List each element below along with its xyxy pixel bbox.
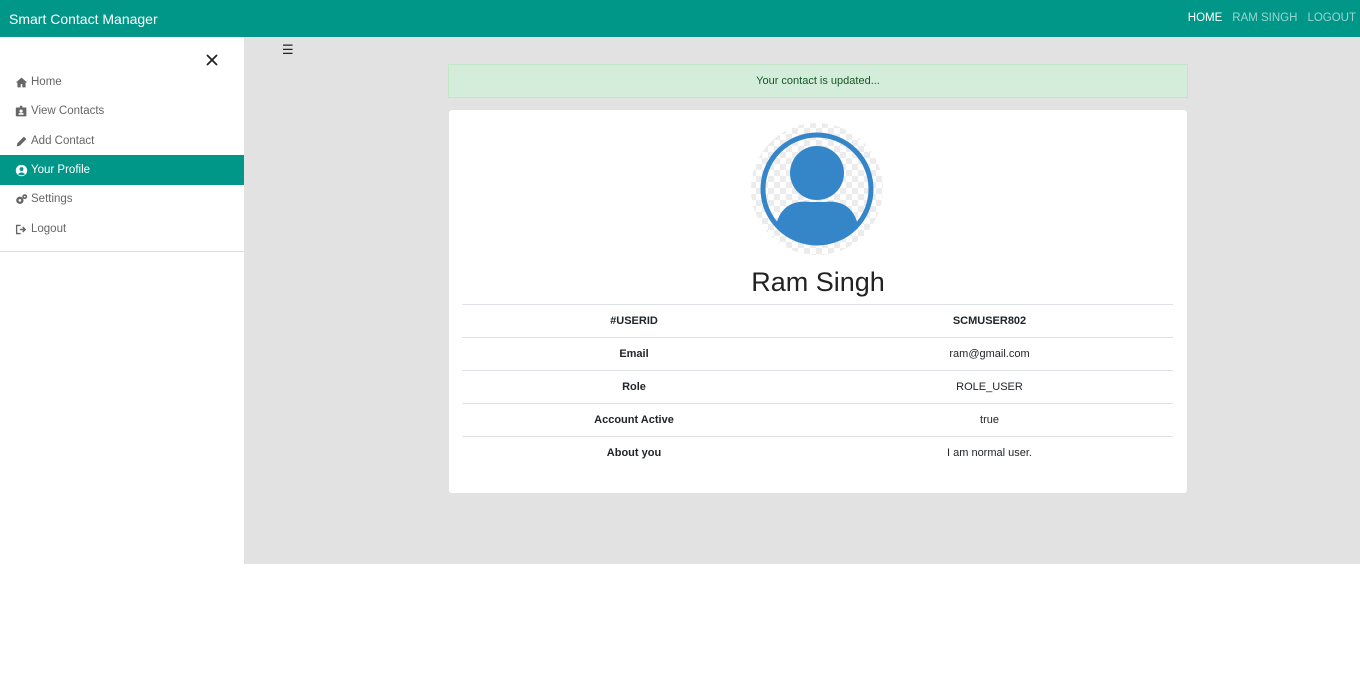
menu-icon[interactable]: ☰ [282, 42, 294, 58]
sign-out-icon [15, 224, 27, 234]
sidebar-item-settings[interactable]: Settings [0, 184, 244, 214]
row-value: ROLE_USER [806, 370, 1173, 404]
sidebar-item-label: Your Profile [31, 164, 91, 176]
table-row: Role ROLE_USER [462, 370, 1173, 404]
table-row: #USERID SCMUSER802 [462, 304, 1173, 338]
nav-home-link[interactable]: HOME [1188, 12, 1223, 24]
row-value: ram@gmail.com [806, 337, 1173, 371]
alert-message: Your contact is updated... [756, 75, 880, 87]
sidebar-item-label: View Contacts [31, 105, 105, 117]
sidebar-item-label: Logout [31, 223, 67, 235]
row-key: Role [462, 370, 806, 404]
sidebar-item-add-contact[interactable]: Add Contact [0, 126, 244, 156]
sidebar-item-view-contacts[interactable]: View Contacts [0, 96, 244, 126]
pencil-icon [16, 136, 27, 146]
app-brand[interactable]: Smart Contact Manager [9, 11, 158, 27]
row-key: About you [462, 436, 806, 469]
profile-card: Ram Singh #USERID SCMUSER802 Email ram@g… [449, 110, 1187, 493]
gears-icon [16, 193, 28, 204]
row-key: #USERID [462, 304, 806, 338]
row-value: true [806, 403, 1173, 437]
sidebar-item-label: Settings [31, 193, 73, 205]
row-value: I am normal user. [806, 436, 1173, 469]
table-row: Email ram@gmail.com [462, 337, 1173, 371]
success-alert: Your contact is updated... [448, 64, 1188, 98]
sidebar: Home View Contacts Add Contact Your Prof… [0, 37, 244, 252]
id-card-icon [15, 105, 27, 116]
sidebar-item-home[interactable]: Home [0, 67, 244, 97]
sidebar-item-label: Add Contact [31, 135, 95, 147]
table-row: Account Active true [462, 403, 1173, 437]
sidebar-item-your-profile[interactable]: Your Profile [0, 155, 244, 185]
home-icon [15, 77, 28, 87]
row-key: Email [462, 337, 806, 371]
profile-table: #USERID SCMUSER802 Email ram@gmail.com R… [462, 304, 1173, 469]
avatar [751, 123, 883, 255]
table-row: About you I am normal user. [462, 436, 1173, 469]
top-navbar: Smart Contact Manager HOME RAM SINGH LOG… [0, 0, 1360, 37]
nav-links: HOME RAM SINGH LOGOUT [1188, 12, 1356, 24]
main-content: ☰ Your contact is updated... Ram Singh #… [244, 37, 1360, 564]
row-key: Account Active [462, 403, 806, 437]
nav-user-link[interactable]: RAM SINGH [1232, 12, 1297, 24]
user-circle-icon [15, 164, 28, 176]
profile-name: Ram Singh [751, 267, 885, 297]
sidebar-item-label: Home [31, 76, 62, 88]
sidebar-item-logout[interactable]: Logout [0, 214, 244, 244]
row-value: SCMUSER802 [806, 304, 1173, 338]
nav-logout-link[interactable]: LOGOUT [1307, 12, 1356, 24]
